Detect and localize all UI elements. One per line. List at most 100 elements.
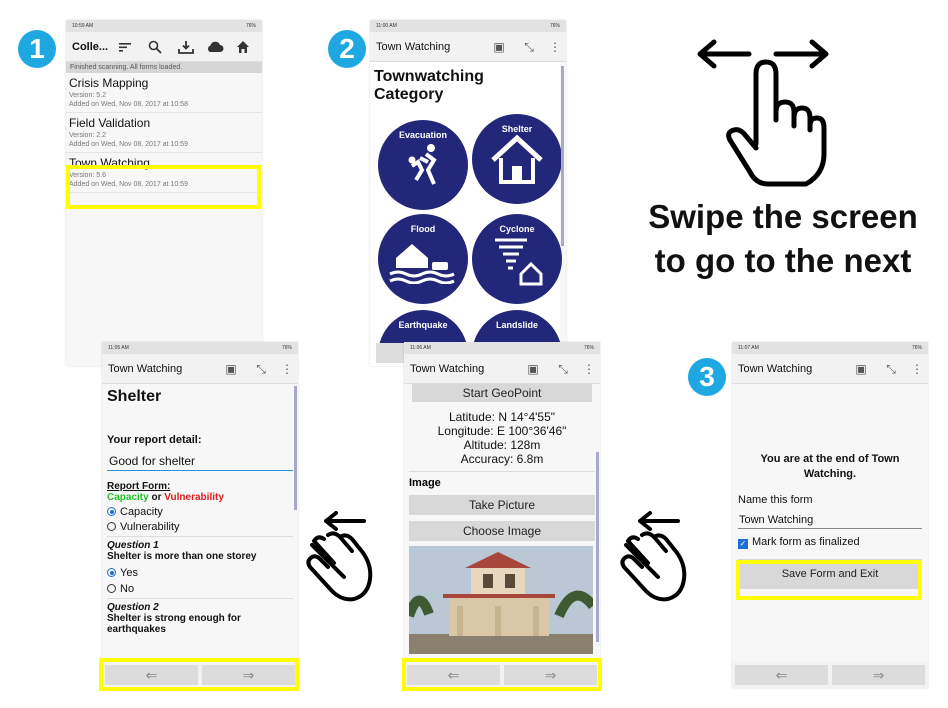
question-2-text: Shelter is strong enough for earthquakes — [107, 613, 241, 635]
save-icon[interactable]: ▣ — [854, 362, 868, 376]
jump-icon[interactable]: ⤡ — [884, 362, 898, 376]
radio-unselected-icon — [107, 522, 116, 531]
vulnerability-word: Vulnerability — [164, 492, 224, 503]
category-label: Earthquake — [398, 320, 448, 330]
phone-category: 11:00 AM 76% Town Watching ▣ ⤡ ⋮ Townwat… — [370, 20, 566, 366]
status-bar: 11:05 AM 76% — [102, 342, 298, 354]
next-button[interactable]: ⇒ — [832, 665, 925, 685]
jump-icon[interactable]: ⤡ — [522, 40, 536, 54]
jump-icon[interactable]: ⤡ — [556, 362, 570, 376]
name-form-label: Name this form — [738, 494, 813, 506]
radio-label: No — [120, 583, 135, 595]
step-1-badge: 1 — [18, 30, 56, 68]
swipe-left-icon — [620, 511, 687, 602]
radio-capacity[interactable]: Capacity — [107, 506, 293, 518]
report-form-choices: Capacity or Vulnerability — [107, 492, 293, 503]
choose-image-button[interactable]: Choose Image — [409, 521, 595, 541]
category-label: Landslide — [495, 320, 538, 330]
radio-vulnerability[interactable]: Vulnerability — [107, 521, 293, 537]
question-2-label: Question 2 — [107, 602, 159, 613]
status-time: 11:06 AM — [410, 345, 431, 351]
status-time: 11:00 AM — [376, 23, 397, 29]
app-title: Colle... — [72, 40, 109, 53]
home-icon[interactable] — [236, 40, 250, 54]
step-2-badge: 2 — [328, 30, 366, 68]
category-shelter[interactable]: Shelter — [472, 114, 562, 204]
more-vert-icon[interactable]: ⋮ — [910, 362, 924, 376]
question-1-text: Shelter is more than one storey — [107, 551, 257, 562]
radio-label: Capacity — [120, 506, 163, 518]
list-item-crisis-mapping[interactable]: Crisis Mapping Version: 5.2 Added on Wed… — [66, 73, 262, 113]
status-bar: 11:00 AM 76% — [370, 20, 566, 32]
highlight-nav-geopoint — [402, 658, 602, 691]
category-label: Flood — [410, 224, 436, 234]
radio-label: Vulnerability — [120, 521, 180, 533]
search-icon[interactable] — [148, 40, 162, 54]
more-vert-icon[interactable]: ⋮ — [582, 362, 596, 376]
download-icon[interactable] — [178, 40, 194, 54]
report-detail-field[interactable]: Good for shelter — [107, 452, 293, 471]
radio-selected-icon — [107, 507, 116, 516]
radio-selected-icon — [107, 568, 116, 577]
more-vert-icon[interactable]: ⋮ — [280, 362, 294, 376]
take-picture-button[interactable]: Take Picture — [409, 495, 595, 515]
form-version: Version: 2.2 — [69, 132, 106, 139]
phone-geopoint: 11:06 AM 76% Town Watching ▣ ⤡ ⋮ Start G… — [404, 342, 600, 688]
geopoint-body: Start GeoPoint Latitude: N 14°4'55" Long… — [404, 384, 600, 654]
cyclone-icon — [495, 238, 543, 286]
save-icon[interactable]: ▣ — [224, 362, 238, 376]
or-word: or — [148, 492, 165, 503]
radio-no[interactable]: No — [107, 583, 293, 599]
scan-banner: Finished scanning. All forms loaded. — [66, 62, 262, 73]
app-bar: Town Watching ▣ ⤡ ⋮ — [404, 354, 600, 384]
battery-level: 76% — [911, 345, 922, 351]
app-bar: Town Watching ▣ ⤡ ⋮ — [102, 354, 298, 384]
cloud-icon[interactable] — [206, 40, 224, 54]
flood-icon — [389, 244, 455, 285]
highlight-town-watching — [66, 165, 261, 209]
category-label: Cyclone — [499, 224, 535, 234]
prev-button[interactable]: ⇐ — [735, 665, 828, 685]
question-body: Shelter Your report detail: Good for she… — [102, 384, 298, 639]
capacity-word: Capacity — [107, 492, 149, 503]
question-heading: Shelter — [107, 388, 162, 405]
save-icon[interactable]: ▣ — [492, 40, 506, 54]
form-added: Added on Wed, Nov 08, 2017 at 10:58 — [69, 101, 188, 108]
sort-icon[interactable] — [118, 40, 132, 54]
more-vert-icon[interactable]: ⋮ — [548, 40, 562, 54]
category-panel: Townwatching Category Evacuation Shelter… — [370, 62, 562, 366]
highlight-save-button — [736, 560, 922, 600]
form-name-field[interactable]: Town Watching — [738, 512, 922, 529]
headline-line-2: to go to the next — [654, 242, 912, 279]
form-added: Added on Wed, Nov 08, 2017 at 10:59 — [69, 141, 188, 148]
app-bar: Town Watching ▣ ⤡ ⋮ — [370, 32, 566, 62]
app-title: Town Watching — [108, 362, 183, 375]
phone-save: 11:07 AM 76% Town Watching ▣ ⤡ ⋮ You are… — [732, 342, 928, 688]
step-3-badge: 3 — [688, 358, 726, 396]
start-geopoint-button[interactable]: Start GeoPoint — [412, 384, 592, 402]
radio-label: Yes — [120, 567, 138, 579]
phone-shelter: 11:05 AM 76% Town Watching ▣ ⤡ ⋮ Shelter… — [102, 342, 298, 688]
status-time: 10:59 AM — [72, 23, 94, 29]
jump-icon[interactable]: ⤡ — [254, 362, 268, 376]
headline-line-1: Swipe the screen — [648, 198, 918, 235]
battery-level: 76% — [583, 345, 594, 351]
save-icon[interactable]: ▣ — [526, 362, 540, 376]
category-cyclone[interactable]: Cyclone — [472, 214, 562, 304]
accuracy-text: Accuracy: 6.8m — [460, 452, 544, 466]
scrollbar[interactable] — [294, 386, 297, 510]
radio-yes[interactable]: Yes — [107, 567, 293, 579]
finalize-checkbox[interactable]: ✓ Mark form as finalized — [738, 536, 922, 549]
shelter-icon — [491, 134, 543, 184]
shelter-photo — [409, 546, 593, 654]
category-flood[interactable]: Flood — [378, 214, 468, 304]
list-item-field-validation[interactable]: Field Validation Version: 2.2 Added on W… — [66, 113, 262, 153]
checkbox-label: Mark form as finalized — [752, 536, 860, 548]
battery-level: 76% — [281, 345, 292, 351]
swipe-gesture-icon — [697, 39, 829, 187]
prev-button-partial — [376, 343, 406, 363]
category-heading: Townwatching Category — [374, 68, 484, 103]
scrollbar[interactable] — [596, 452, 599, 642]
scrollbar[interactable] — [561, 66, 564, 246]
category-evacuation[interactable]: Evacuation — [378, 120, 468, 210]
